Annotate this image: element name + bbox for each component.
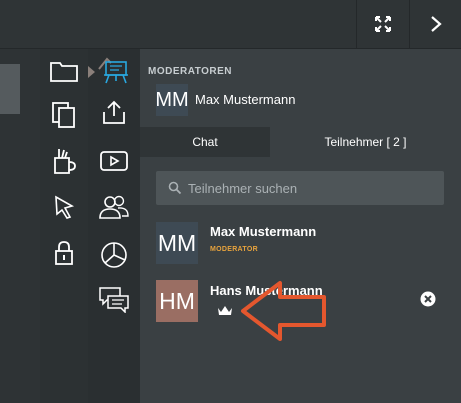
sidebar-primary xyxy=(40,49,88,403)
tools-icon[interactable] xyxy=(44,143,84,179)
search-icon xyxy=(168,181,182,195)
search-input[interactable] xyxy=(188,180,438,196)
tab-participants[interactable]: Teilnehmer [ 2 ] xyxy=(270,127,461,157)
crown-icon[interactable] xyxy=(217,304,233,316)
participant-search[interactable] xyxy=(156,171,444,205)
upload-icon[interactable] xyxy=(94,97,134,129)
avatar: MM xyxy=(156,222,198,264)
pointer-icon[interactable] xyxy=(44,189,84,225)
tab-chat[interactable]: Chat xyxy=(140,127,270,157)
chevron-right-icon xyxy=(431,16,442,32)
folder-icon[interactable] xyxy=(44,53,84,89)
moderators-title: MODERATOREN xyxy=(148,66,233,77)
users-icon[interactable] xyxy=(94,191,134,223)
avatar: MM xyxy=(155,84,189,116)
sidebar-secondary xyxy=(88,49,140,403)
participant-row[interactable]: MM Max Mustermann MODERATOR xyxy=(140,217,461,273)
panel-tabs: Chat Teilnehmer [ 2 ] xyxy=(140,127,461,157)
forward-button[interactable] xyxy=(409,0,461,48)
fullscreen-button[interactable] xyxy=(356,0,409,48)
participant-name: Max Mustermann xyxy=(210,224,317,239)
pie-chart-icon[interactable] xyxy=(94,237,134,271)
remove-participant-icon[interactable] xyxy=(420,291,436,307)
copy-icon[interactable] xyxy=(44,97,84,133)
left-scroll-handle[interactable] xyxy=(0,64,20,114)
video-icon[interactable] xyxy=(94,145,134,177)
fullscreen-icon xyxy=(375,16,391,32)
annotation-arrow-icon xyxy=(241,281,326,341)
presentation-icon[interactable] xyxy=(94,55,134,87)
moderator-name: Max Mustermann xyxy=(195,92,296,107)
role-badge: MODERATOR xyxy=(210,246,258,253)
active-indicator xyxy=(88,66,95,78)
chat-bubbles-icon[interactable] xyxy=(94,283,134,315)
lock-icon[interactable] xyxy=(44,235,84,271)
avatar: HM xyxy=(156,280,198,322)
